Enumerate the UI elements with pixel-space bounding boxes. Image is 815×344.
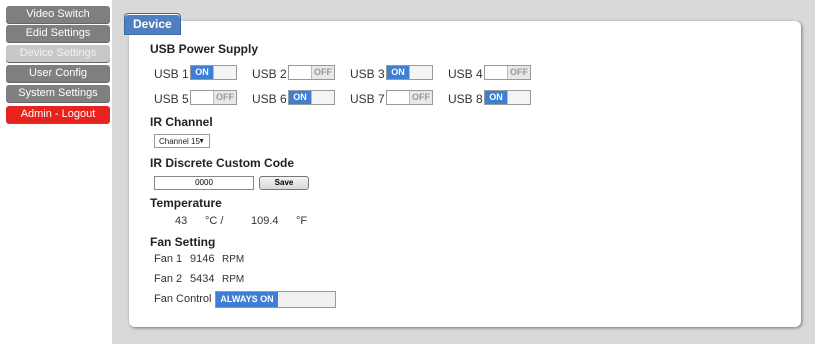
celsius-unit: °C / (205, 215, 224, 227)
usb-label: USB 8 (448, 92, 483, 106)
save-button[interactable]: Save (259, 176, 309, 190)
temperature-fahrenheit: 109.4 (251, 215, 279, 227)
device-panel: Device USB Power Supply USB 1 ON USB 2 O… (124, 13, 801, 327)
usb8-toggle[interactable]: ON (484, 90, 531, 105)
usb2-toggle[interactable]: OFF (288, 65, 335, 80)
usb1-toggle[interactable]: ON (190, 65, 237, 80)
toggle-state: ON (289, 91, 311, 104)
ir-channel-value: Channel 15 (159, 137, 200, 146)
usb7-toggle[interactable]: OFF (386, 90, 433, 105)
nav-edid-settings[interactable]: Edid Settings (6, 25, 110, 42)
fan1-value: 9146 (190, 253, 215, 265)
usb5-toggle[interactable]: OFF (190, 90, 237, 105)
toggle-state: ON (485, 91, 507, 104)
fan2-value: 5434 (190, 273, 215, 285)
fan1-unit: RPM (222, 254, 245, 265)
fan2-unit: RPM (222, 274, 245, 285)
sidebar: Video Switch Edid Settings Device Settin… (0, 0, 112, 344)
chevron-down-icon: ▼ (198, 138, 205, 145)
toggle-state: OFF (311, 66, 334, 79)
nav-user-config[interactable]: User Config (6, 65, 110, 82)
usb-label: USB 5 (154, 92, 189, 106)
fan1-label: Fan 1 (154, 253, 183, 265)
usb6-toggle[interactable]: ON (288, 90, 335, 105)
usb4-toggle[interactable]: OFF (484, 65, 531, 80)
fan-control-toggle[interactable]: ALWAYS ON (215, 291, 336, 308)
usb-power-title: USB Power Supply (150, 42, 259, 56)
usb-label: USB 3 (350, 67, 385, 81)
logout-button[interactable]: Admin - Logout (6, 106, 110, 123)
usb-label: USB 7 (350, 92, 385, 106)
main-area: Device USB Power Supply USB 1 ON USB 2 O… (112, 0, 815, 344)
usb-label: USB 1 (154, 67, 189, 81)
nav-video-switch[interactable]: Video Switch (6, 6, 110, 23)
ir-code-input[interactable]: 0000 (154, 176, 254, 190)
fan2-label: Fan 2 (154, 273, 183, 285)
usb-label: USB 2 (252, 67, 287, 81)
toggle-state: OFF (213, 91, 236, 104)
toggle-state: OFF (409, 91, 432, 104)
fahrenheit-unit: °F (296, 215, 308, 227)
usb-label: USB 4 (448, 67, 483, 81)
usb3-toggle[interactable]: ON (386, 65, 433, 80)
fan-control-state: ALWAYS ON (216, 292, 278, 307)
nav-device-settings[interactable]: Device Settings (6, 45, 110, 62)
temperature-celsius: 43 (175, 215, 188, 227)
panel-tab-device: Device (124, 13, 181, 35)
ir-channel-select[interactable]: Channel 15 ▼ (154, 134, 210, 148)
toggle-state: ON (387, 66, 409, 79)
usb-label: USB 6 (252, 92, 287, 106)
fan-control-label: Fan Control (154, 293, 212, 305)
ir-code-title: IR Discrete Custom Code (150, 156, 295, 170)
toggle-state: OFF (507, 66, 530, 79)
toggle-state: ON (191, 66, 213, 79)
fan-setting-title: Fan Setting (150, 235, 216, 249)
temperature-title: Temperature (150, 196, 222, 210)
nav-system-settings[interactable]: System Settings (6, 85, 110, 102)
ir-channel-title: IR Channel (150, 115, 213, 129)
